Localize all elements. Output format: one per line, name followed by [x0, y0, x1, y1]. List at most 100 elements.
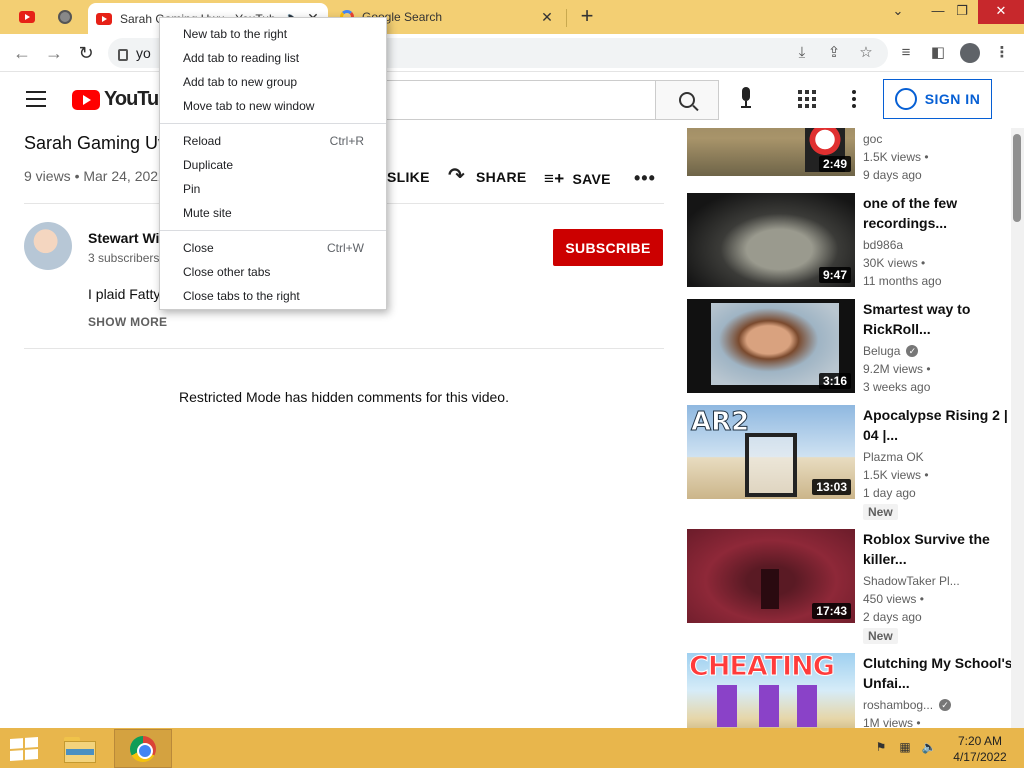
action-center-flag-icon[interactable]: ⚑ [872, 740, 890, 756]
search-input[interactable] [372, 80, 656, 120]
recommendation-title[interactable]: Smartest way to RickRoll... [863, 299, 1015, 339]
menu-item-add-reading-list[interactable]: Add tab to reading list [160, 46, 386, 70]
recommendation-age: 1 day ago [863, 486, 916, 500]
profile-icon[interactable] [958, 42, 982, 64]
restricted-mode-notice: Restricted Mode has hidden comments for … [179, 389, 509, 405]
recommendation-channel: roshambog... ✓ [863, 698, 952, 712]
side-panel-icon[interactable]: ◧ [926, 42, 950, 64]
recommendation-channel: Beluga ✓ [863, 344, 919, 358]
menu-separator [160, 230, 386, 231]
recommendation-item[interactable]: 3:16 Smartest way to RickRoll... Beluga … [687, 299, 1017, 394]
menu-item-mute-site[interactable]: Mute site [160, 201, 386, 225]
youtube-favicon-icon [19, 11, 35, 23]
tab-separator [566, 9, 567, 27]
share-page-icon[interactable]: ⇪ [822, 42, 846, 64]
recommendation-views: 1M views • [863, 716, 921, 728]
save-label: SAVE [572, 171, 611, 187]
taskbar-chrome-button[interactable] [114, 729, 172, 768]
clock-time: 7:20 AM [957, 734, 1003, 748]
tab-close-icon[interactable]: ✕ [540, 9, 554, 26]
channel-name[interactable]: Stewart Wi [88, 230, 159, 246]
recommendation-item[interactable]: AR2 13:03 Apocalypse Rising 2 | 04 |... … [687, 405, 1017, 520]
apps-grid-icon[interactable] [798, 90, 816, 108]
reload-icon[interactable]: ↻ [72, 39, 100, 67]
network-icon[interactable]: ▦ [896, 740, 914, 756]
share-label: SHARE [476, 169, 527, 185]
sign-in-label: SIGN IN [924, 91, 981, 107]
pinned-tab-youtube[interactable] [10, 4, 44, 30]
file-explorer-icon[interactable] [62, 733, 98, 765]
chrome-icon [130, 735, 156, 762]
page-scrollbar-thumb[interactable] [1013, 134, 1021, 222]
menu-item-reload[interactable]: Reload Ctrl+R [160, 129, 386, 153]
recommendation-title[interactable]: one of the few recordings... [863, 193, 1015, 233]
recommendation-age: 3 weeks ago [863, 380, 931, 394]
recommendation-views: 1.5K views • [863, 150, 929, 164]
video-thumbnail[interactable]: 9:47 [687, 193, 855, 287]
video-thumbnail[interactable]: 17:43 [687, 529, 855, 623]
volume-icon[interactable]: 🔈 [920, 740, 938, 756]
recommendation-item[interactable]: 2:49 goc 1.5K views • 9 days ago [687, 128, 1017, 188]
windows-start-icon[interactable] [10, 737, 38, 761]
pinned-tab-globe[interactable] [48, 4, 82, 30]
recommendation-item[interactable]: 17:43 Roblox Survive the killer... Shado… [687, 529, 1017, 644]
recommendation-item[interactable]: CHEATING Clutching My School's Unfai... … [687, 653, 1017, 728]
bookmark-star-icon[interactable]: ☆ [854, 42, 878, 64]
recommendation-title[interactable]: Clutching My School's Unfai... [863, 653, 1015, 693]
dislike-button[interactable]: SLIKE [387, 169, 430, 185]
menu-item-close-tabs-right[interactable]: Close tabs to the right [160, 284, 386, 308]
globe-icon [58, 10, 72, 24]
divider [24, 348, 664, 349]
search-button[interactable] [655, 80, 719, 120]
menu-item-move-new-window[interactable]: Move tab to new window [160, 94, 386, 118]
share-button[interactable]: SHARE [448, 163, 527, 188]
recommendation-channel: bd986a [863, 238, 904, 252]
more-actions-icon[interactable]: ••• [634, 168, 656, 189]
verified-badge-icon: ✓ [939, 699, 952, 711]
share-arrow-icon [448, 163, 468, 188]
new-badge: New [863, 504, 898, 520]
menu-item-close-other-tabs[interactable]: Close other tabs [160, 260, 386, 284]
menu-item-add-new-group[interactable]: Add tab to new group [160, 70, 386, 94]
recommendation-item[interactable]: 9:47 one of the few recordings... bd986a… [687, 193, 1017, 288]
tab-title: Google Search [362, 10, 443, 24]
menu-item-new-tab-right[interactable]: New tab to the right [160, 22, 386, 46]
video-thumbnail[interactable]: 2:49 [687, 128, 855, 176]
recommendation-channel: Plazma OK [863, 450, 924, 464]
recommendation-views: 30K views • [863, 256, 926, 270]
download-icon[interactable]: ⤓ [790, 42, 814, 64]
forward-arrow-icon[interactable]: → [40, 39, 68, 67]
video-thumbnail[interactable]: 3:16 [687, 299, 855, 393]
settings-more-icon[interactable] [850, 88, 858, 110]
recommendation-age: 11 months ago [863, 274, 942, 288]
menu-item-duplicate[interactable]: Duplicate [160, 153, 386, 177]
new-tab-button[interactable]: + [572, 4, 602, 30]
voice-search-icon[interactable] [738, 87, 754, 111]
recommendation-views: 9.2M views • [863, 362, 931, 376]
new-badge: New [863, 628, 898, 644]
close-window-button[interactable]: ✕ [978, 0, 1024, 24]
menu-item-close[interactable]: Close Ctrl+W [160, 236, 386, 260]
subscribe-button[interactable]: SUBSCRIBE [553, 229, 663, 266]
thumbnail-text-cheating: CHEATING [689, 653, 836, 683]
restore-button[interactable]: ❐ [942, 0, 982, 24]
channel-avatar[interactable] [24, 222, 72, 270]
recommendation-channel: ShadowTaker Pl... [863, 574, 960, 588]
save-button[interactable]: ≡+ SAVE [544, 169, 611, 189]
recommendation-title[interactable]: Roblox Survive the killer... [863, 529, 1015, 569]
tab-search-button[interactable]: ⌄ [878, 0, 918, 24]
recommendation-title[interactable]: Apocalypse Rising 2 | 04 |... [863, 405, 1015, 445]
user-circle-icon [894, 88, 917, 110]
system-clock[interactable]: 7:20 AM 4/17/2022 [948, 733, 1012, 765]
show-more-button[interactable]: SHOW MORE [88, 315, 167, 329]
reading-list-icon[interactable]: ≡ [894, 42, 918, 64]
dislike-label: SLIKE [387, 169, 430, 185]
back-arrow-icon[interactable]: ← [8, 39, 36, 67]
video-thumbnail[interactable]: AR2 13:03 [687, 405, 855, 499]
sign-in-button[interactable]: SIGN IN [883, 79, 992, 119]
menu-item-pin[interactable]: Pin [160, 177, 386, 201]
youtube-play-icon [72, 89, 100, 110]
video-thumbnail[interactable]: CHEATING [687, 653, 855, 728]
chrome-menu-icon[interactable]: ⋮ [990, 42, 1014, 64]
hamburger-menu-icon[interactable] [26, 91, 46, 107]
